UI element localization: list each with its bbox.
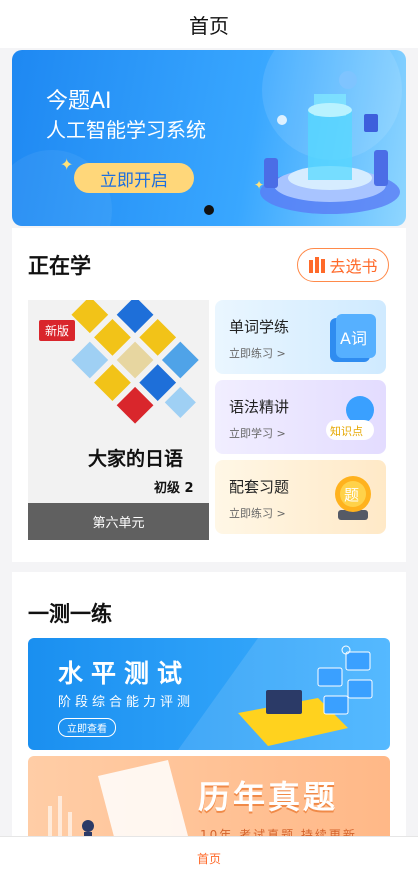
feature-name: 单词学练 xyxy=(229,318,290,336)
bottom-tab-bar: 首页 xyxy=(0,836,418,876)
level-test-title: 水平测试 xyxy=(58,659,191,688)
view-now-button[interactable]: 立即查看 xyxy=(58,718,116,737)
feature-action: 立即练习 > xyxy=(229,507,286,520)
exercise-icon: 题 xyxy=(335,476,371,520)
start-now-button[interactable]: 立即开启 xyxy=(74,163,194,193)
feature-action: 立即练习 > xyxy=(229,347,286,360)
feature-grammar[interactable]: 语法精讲 立即学习 > 知识点 xyxy=(215,380,386,454)
practice-section: 一测一练 水平测试 阶段综合能力评测 立即查看 历年真题 10年 考试真题 持续… xyxy=(12,572,406,876)
current-book-cover[interactable]: 新版 大家的日语 初级 2 第六单元 xyxy=(28,300,209,540)
carousel-indicator-dot[interactable] xyxy=(204,205,214,215)
level-test-banner[interactable]: 水平测试 阶段综合能力评测 立即查看 xyxy=(28,638,390,750)
past-papers-title: 历年真题 xyxy=(198,778,339,816)
banner-title: 今题AI xyxy=(46,89,112,114)
new-edition-badge: 新版 xyxy=(39,320,76,341)
sparkle-icon: ✦ xyxy=(60,155,74,174)
feature-action: 立即学习 > xyxy=(229,427,286,440)
word-card-icon: A词 xyxy=(330,314,376,362)
section-title-practice: 一测一练 xyxy=(28,602,112,626)
svg-text:知识点: 知识点 xyxy=(330,424,363,438)
feature-name: 语法精讲 xyxy=(229,398,290,416)
svg-text:题: 题 xyxy=(344,486,359,504)
top-nav-bar: 首页 xyxy=(0,0,418,48)
tab-home[interactable]: 首页 xyxy=(197,850,221,867)
feature-word-practice[interactable]: 单词学练 立即练习 > A词 xyxy=(215,300,386,374)
page-title: 首页 xyxy=(189,13,229,38)
pick-book-button[interactable]: 去选书 xyxy=(297,248,389,282)
current-unit: 第六单元 xyxy=(28,503,209,540)
banner-subtitle: 人工智能学习系统 xyxy=(46,118,206,142)
hero-banner[interactable]: 今题AI 人工智能学习系统 ✦ ✦ 立即开启 xyxy=(12,50,406,226)
books-icon xyxy=(309,257,326,273)
level-test-subtitle: 阶段综合能力评测 xyxy=(58,695,195,710)
sparkle-icon: ✦ xyxy=(254,178,265,192)
learning-section: 正在学 去选书 新版 大家的日语 初级 2 第六单元 单词学练 立即练习 > A… xyxy=(12,228,406,562)
feature-exercises[interactable]: 配套习题 立即练习 > 题 xyxy=(215,460,386,534)
svg-text:A词: A词 xyxy=(340,329,367,348)
section-title-learning: 正在学 xyxy=(28,254,91,278)
book-title: 大家的日语 xyxy=(88,448,184,470)
pick-book-label: 去选书 xyxy=(329,257,378,276)
book-level: 初级 2 xyxy=(154,481,194,496)
feature-name: 配套习题 xyxy=(229,478,290,496)
knowledge-bubble-icon: 知识点 xyxy=(326,396,374,440)
